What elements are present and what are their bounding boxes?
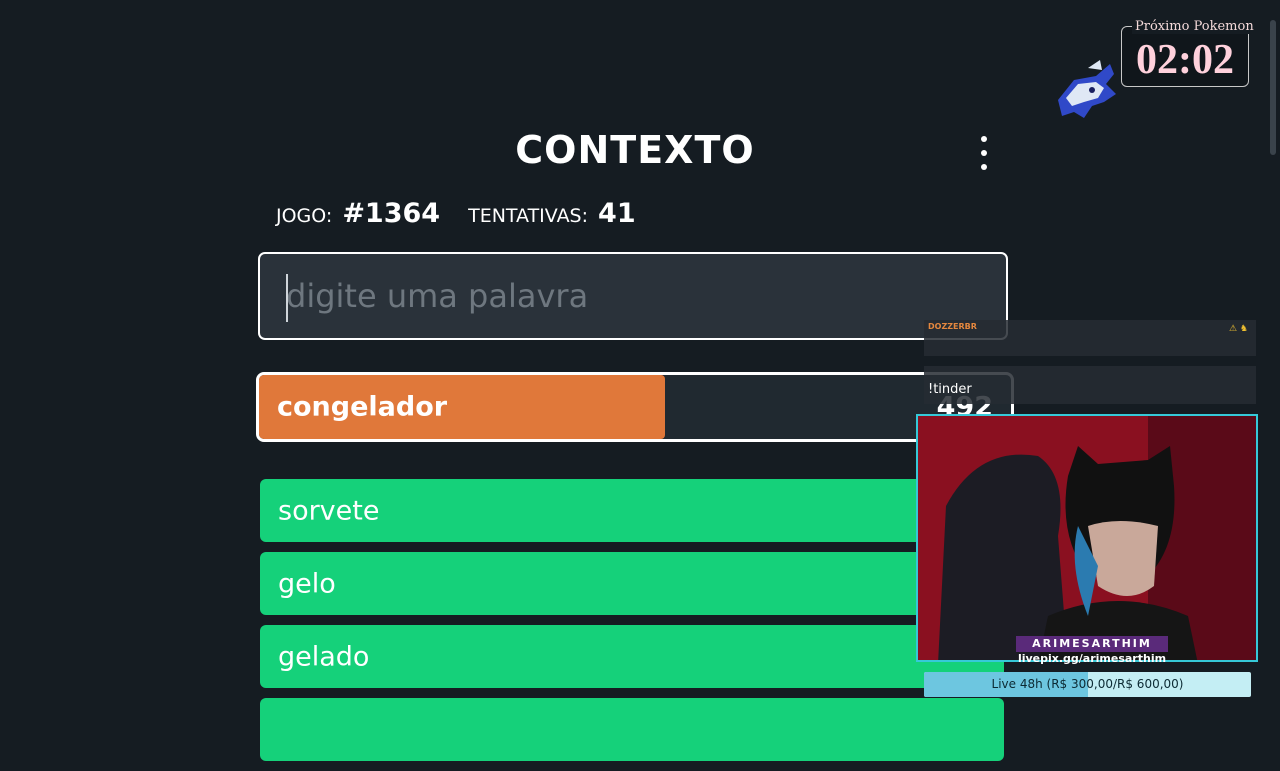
more-options-icon[interactable] (975, 136, 993, 170)
last-guess-row: congelador 492 (256, 372, 1014, 442)
guess-word: gelado (278, 641, 370, 672)
guess-word: sorvete (278, 495, 380, 526)
attempts-label: TENTATIVAS: (468, 205, 589, 227)
next-pokemon-label: Próximo Pokemon (1132, 19, 1257, 34)
streamer-name: ARIMESARTHIM (1016, 636, 1168, 652)
webcam-feed (916, 414, 1258, 662)
chat-message: !tinder (924, 366, 1256, 404)
chat-message: DOZZERBR ⚠ ♞ (924, 320, 1256, 356)
chat-text: !tinder (928, 382, 972, 397)
chat-badge-icon: ⚠ ♞ (1229, 324, 1248, 334)
game-number: #1364 (342, 198, 441, 229)
donation-goal-bar: Live 48h (R$ 300,00/R$ 600,00) (924, 672, 1251, 697)
game-label: JOGO: (276, 205, 333, 227)
page-scrollbar[interactable] (1270, 20, 1276, 155)
pokemon-sprite-icon (1058, 60, 1116, 118)
guess-word: gelo (278, 568, 336, 599)
list-item: sorvete (260, 479, 1004, 542)
donation-link: livepix.gg/arimesarthim (1017, 652, 1167, 665)
list-item: gelado (260, 625, 1004, 688)
list-item: gelo (260, 552, 1004, 615)
list-item (260, 698, 1004, 761)
chat-username: DOZZERBR (928, 322, 977, 331)
guess-list: sorvete gelo gelado (260, 479, 1004, 771)
page-title: CONTEXTO (515, 128, 755, 172)
text-caret (286, 274, 288, 322)
countdown-timer: 02:02 (1136, 37, 1234, 83)
attempts-count: 41 (598, 198, 636, 229)
game-stats: JOGO: #1364 TENTATIVAS: 41 (276, 198, 654, 229)
goal-text: Live 48h (R$ 300,00/R$ 600,00) (991, 677, 1184, 691)
guess-input[interactable] (258, 252, 1008, 340)
last-guess-word: congelador (277, 391, 448, 423)
